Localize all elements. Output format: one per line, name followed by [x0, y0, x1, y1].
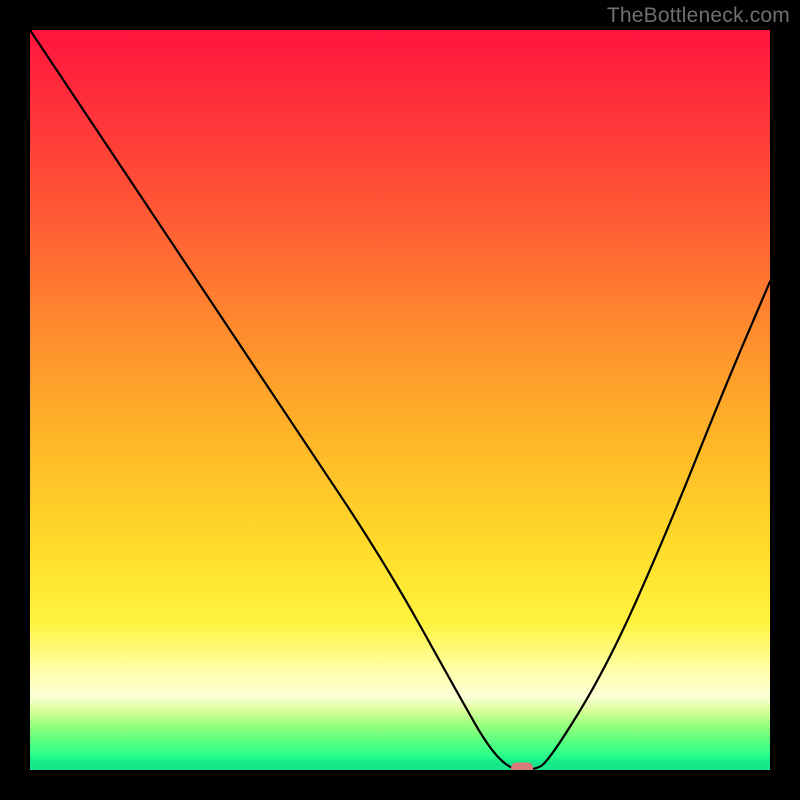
optimal-marker	[511, 763, 533, 771]
chart-frame: TheBottleneck.com	[0, 0, 800, 800]
watermark-text: TheBottleneck.com	[607, 4, 790, 28]
chart-svg	[30, 30, 770, 770]
bottleneck-curve	[30, 30, 770, 770]
plot-area	[30, 30, 770, 770]
